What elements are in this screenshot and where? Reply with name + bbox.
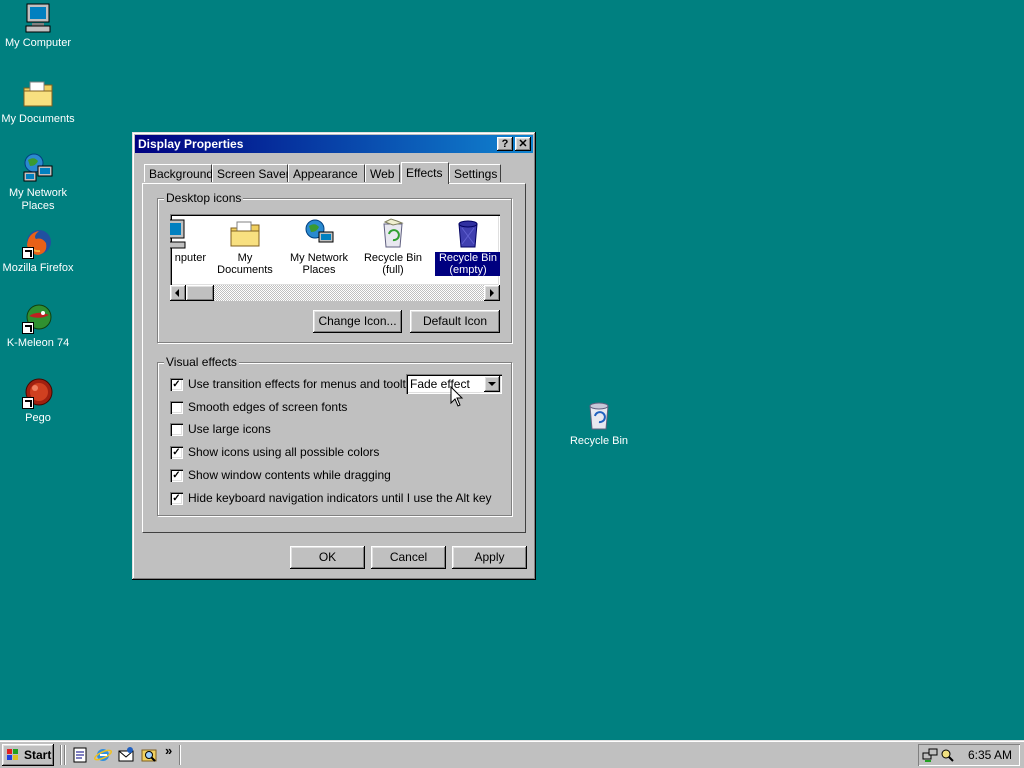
- shortcut-arrow-icon: [22, 247, 34, 259]
- network-places-icon: [303, 218, 335, 250]
- recycle-bin-empty-icon: [452, 218, 484, 250]
- checkbox-box: [170, 423, 183, 436]
- tab-effects[interactable]: Effects: [401, 162, 449, 184]
- desktop-icon-my-documents[interactable]: My Documents: [0, 78, 76, 126]
- close-button[interactable]: ✕: [515, 137, 531, 151]
- windows-logo-icon: [7, 749, 18, 760]
- checkmark-icon: ✓: [170, 492, 183, 505]
- pego-icon: [22, 377, 54, 409]
- clock[interactable]: 6:35 AM: [968, 744, 1012, 766]
- desktop-icon-k-meleon[interactable]: K-Meleon 74: [0, 302, 76, 350]
- list-item-label: My Network Places: [289, 252, 349, 276]
- quicklaunch-search-icon[interactable]: [140, 746, 158, 764]
- desktop-icon-label: K-Meleon 74: [6, 337, 70, 349]
- kmeleon-icon: [22, 302, 54, 334]
- change-icon-button[interactable]: Change Icon...: [313, 310, 402, 333]
- desktop-icon-pego[interactable]: Pego: [0, 377, 76, 425]
- tab-web[interactable]: Web: [365, 164, 400, 182]
- cancel-button[interactable]: Cancel: [371, 546, 446, 569]
- help-button[interactable]: ?: [497, 137, 513, 151]
- computer-icon: [170, 218, 189, 250]
- desktop-icons-list[interactable]: nputer My Documents My Network Places Re…: [170, 214, 500, 286]
- desktop-icon-label: Recycle Bin: [569, 435, 629, 447]
- start-label: Start: [24, 748, 52, 762]
- title-bar[interactable]: Display Properties ? ✕: [135, 135, 533, 153]
- taskbar-divider: [179, 745, 181, 765]
- checkbox-label: Hide keyboard navigation indicators unti…: [188, 491, 492, 505]
- group-legend: Desktop icons: [164, 191, 244, 205]
- folder-documents-icon: [22, 78, 54, 110]
- desktop-icon-label: Mozilla Firefox: [2, 262, 74, 274]
- checkmark-icon: ✓: [170, 446, 183, 459]
- system-tray: 6:35 AM: [918, 744, 1020, 766]
- group-legend: Visual effects: [164, 355, 239, 369]
- tab-background[interactable]: Background: [144, 164, 213, 182]
- network-places-icon: [22, 152, 54, 184]
- scroll-thumb[interactable]: [186, 285, 214, 301]
- desktop-icon-my-network-places[interactable]: My Network Places: [0, 152, 76, 213]
- chevron-down-icon[interactable]: [484, 376, 500, 392]
- quicklaunch-outlook-express-icon[interactable]: [117, 746, 135, 764]
- checkbox-label: Smooth edges of screen fonts: [188, 400, 348, 414]
- desktop-icon-recycle-bin[interactable]: Recycle Bin: [561, 400, 637, 448]
- list-item[interactable]: Recycle Bin (empty): [435, 218, 500, 276]
- list-item[interactable]: My Documents: [210, 218, 280, 276]
- desktop-icons-group: Desktop icons nputer My Documents My Net…: [157, 191, 512, 343]
- quicklaunch-internet-explorer-icon[interactable]: [94, 746, 112, 764]
- checkmark-icon: ✓: [170, 378, 183, 391]
- shortcut-arrow-icon: [22, 397, 34, 409]
- window-title: Display Properties: [138, 137, 244, 151]
- taskbar-divider: [60, 745, 62, 765]
- checkbox-box: [170, 401, 183, 414]
- horizontal-scrollbar[interactable]: [170, 285, 500, 301]
- scroll-left-button[interactable]: [170, 285, 186, 301]
- list-item[interactable]: My Network Places: [286, 218, 352, 276]
- ok-button[interactable]: OK: [290, 546, 365, 569]
- desktop-icon-label: My Computer: [4, 37, 72, 49]
- checkmark-icon: ✓: [170, 469, 183, 482]
- tab-screen-saver[interactable]: Screen Saver: [212, 164, 290, 182]
- desktop-icon-label: Pego: [25, 412, 51, 424]
- list-item-label: Recycle Bin (empty): [435, 252, 500, 276]
- list-item[interactable]: Recycle Bin (full): [360, 218, 426, 276]
- taskbar: Start » 6:35 AM: [0, 740, 1024, 768]
- tray-search-icon[interactable]: [939, 747, 955, 763]
- mouse-cursor-icon: [450, 386, 464, 407]
- quicklaunch-more-chevron-icon[interactable]: »: [165, 743, 172, 758]
- display-properties-window: Display Properties ? ✕ Background Screen…: [132, 132, 536, 580]
- firefox-icon: [22, 227, 54, 259]
- desktop-icon-mozilla-firefox[interactable]: Mozilla Firefox: [0, 227, 76, 275]
- computer-icon: [22, 2, 54, 34]
- desktop-icon-label: My Network Places: [8, 187, 68, 212]
- recycle-bin-icon: [583, 400, 615, 432]
- checkbox-label: Use large icons: [188, 422, 271, 436]
- effects-panel: Desktop icons nputer My Documents My Net…: [142, 183, 526, 533]
- apply-button[interactable]: Apply: [452, 546, 527, 569]
- list-item-label: My Documents: [217, 252, 273, 276]
- taskbar-divider: [64, 745, 66, 765]
- list-item[interactable]: nputer: [170, 218, 206, 264]
- checkbox-label: Use transition effects for menus and too…: [188, 377, 422, 391]
- checkbox-label: Show window contents while dragging: [188, 468, 391, 482]
- desktop-icon-my-computer[interactable]: My Computer: [0, 2, 76, 50]
- default-icon-button[interactable]: Default Icon: [410, 310, 500, 333]
- tab-settings[interactable]: Settings: [449, 164, 501, 182]
- checkbox-label: Show icons using all possible colors: [188, 445, 380, 459]
- folder-documents-icon: [229, 218, 261, 250]
- start-button[interactable]: Start: [2, 744, 54, 766]
- quicklaunch-notepad-icon[interactable]: [71, 746, 89, 764]
- network-status-icon[interactable]: [922, 747, 938, 763]
- list-item-label: nputer: [174, 252, 206, 264]
- list-item-label: Recycle Bin (full): [363, 252, 423, 276]
- scroll-right-button[interactable]: [484, 285, 500, 301]
- desktop-icon-label: My Documents: [1, 113, 75, 125]
- recycle-bin-full-icon: [377, 218, 409, 250]
- shortcut-arrow-icon: [22, 322, 34, 334]
- tab-appearance[interactable]: Appearance: [288, 164, 365, 182]
